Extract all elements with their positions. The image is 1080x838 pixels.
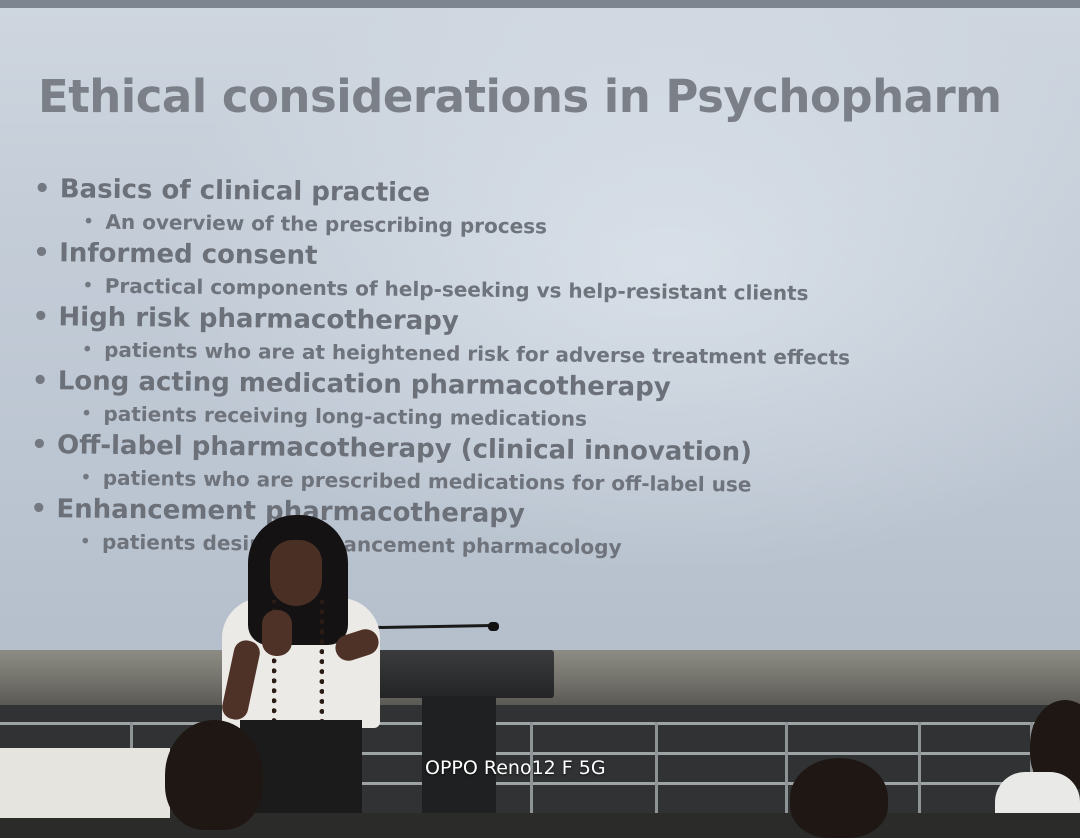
podium [376, 650, 554, 698]
screen-top-edge [0, 0, 1080, 8]
bullet-item: Enhancement pharmacotherapy patients des… [30, 492, 1031, 566]
microphone-icon [488, 622, 499, 631]
railing-post [655, 722, 658, 813]
slide-title: Ethical considerations in Psychopharm [38, 70, 1002, 123]
bullet-item: Basics of clinical practice An overview … [33, 172, 1034, 246]
speaker-face [270, 540, 322, 606]
projection-screen: Ethical considerations in Psychopharm Ba… [0, 0, 1080, 662]
bullet-item: High risk pharmacotherapy patients who a… [32, 300, 1033, 374]
railing-post [785, 722, 788, 813]
railing-post [918, 722, 921, 813]
audience-shirt [995, 772, 1080, 813]
bullet-item: Informed consent Practical components of… [33, 236, 1034, 310]
bullet-item: Long acting medication pharmacotherapy p… [31, 364, 1032, 438]
slide-bullet-list: Basics of clinical practice An overview … [30, 172, 1034, 566]
camera-watermark: OPPO Reno12 F 5G [425, 757, 606, 779]
table-cloth [0, 748, 170, 818]
speaker-hand [262, 610, 292, 656]
audience-head [165, 720, 263, 830]
podium-stand [422, 696, 496, 813]
bullet-item: Off-label pharmacotherapy (clinical inno… [31, 428, 1032, 502]
audience-head [790, 758, 888, 838]
